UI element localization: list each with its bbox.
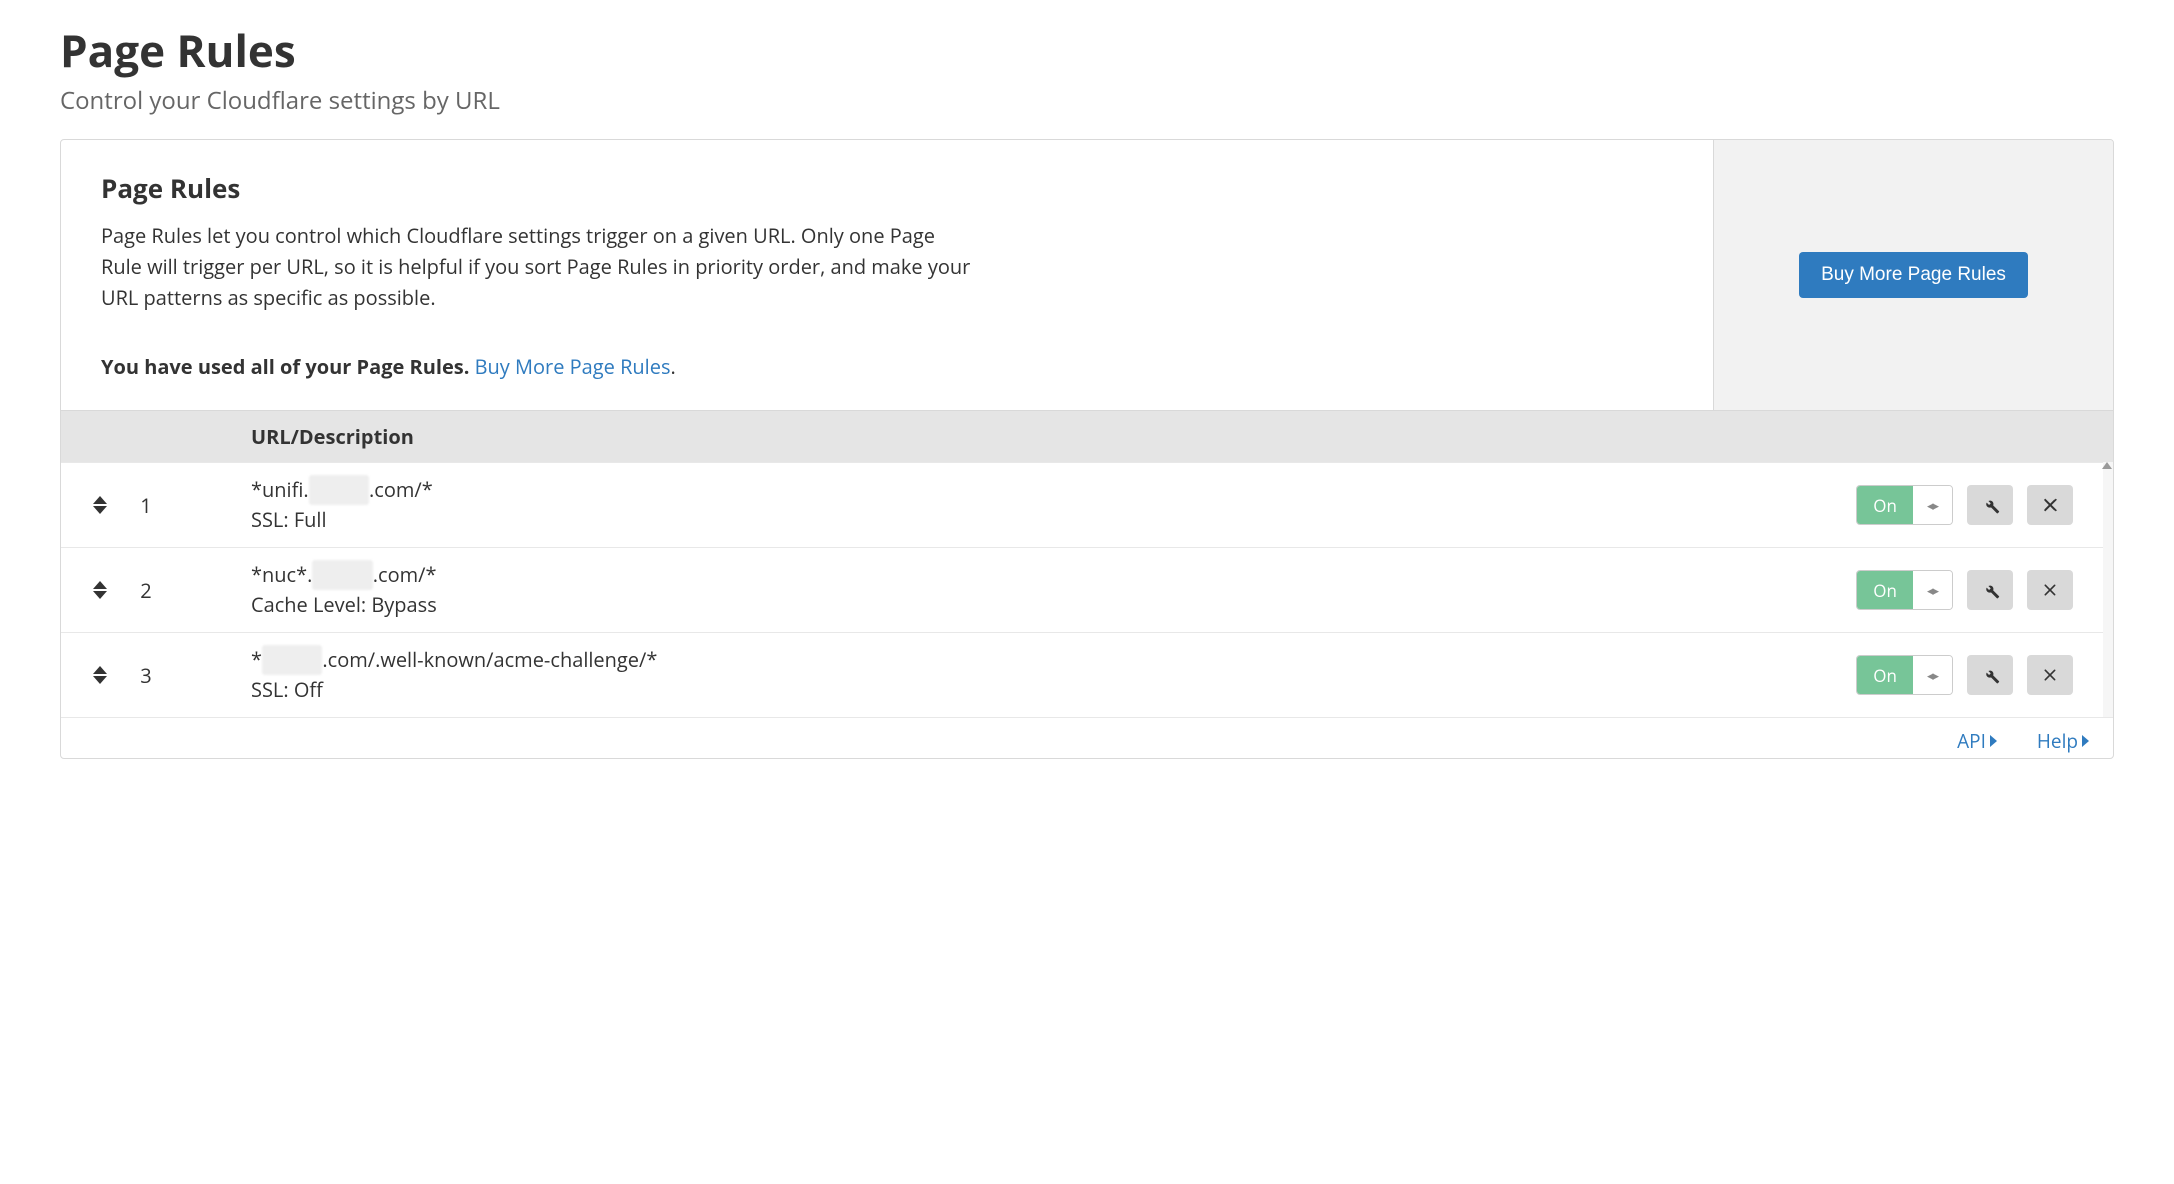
rule-description: SSL: Off xyxy=(251,675,1856,705)
page-rules-card: Page Rules Page Rules let you control wh… xyxy=(60,139,2114,759)
sort-down-icon xyxy=(93,591,107,599)
rule-row: 3 *xxxxx.com/.well-known/acme-challenge/… xyxy=(61,632,2113,717)
rule-actions: On ◂▸ xyxy=(1856,655,2073,695)
scrollbar[interactable] xyxy=(2103,462,2113,717)
sort-up-icon xyxy=(93,666,107,674)
sort-down-icon xyxy=(93,676,107,684)
redacted-text: xxxxx xyxy=(312,560,372,590)
rule-toggle[interactable]: On ◂▸ xyxy=(1856,655,1953,695)
delete-button[interactable] xyxy=(2027,655,2073,695)
edit-button[interactable] xyxy=(1967,655,2013,695)
rule-actions: On ◂▸ xyxy=(1856,570,2073,610)
toggle-on-label: On xyxy=(1857,486,1913,524)
rule-url: *unifi.xxxxx.com/* xyxy=(251,475,1856,505)
toggle-off-icon: ◂▸ xyxy=(1913,571,1952,609)
edit-button[interactable] xyxy=(1967,570,2013,610)
quota-text: You have used all of your Page Rules. xyxy=(101,353,469,380)
close-icon xyxy=(2040,495,2060,515)
edit-button[interactable] xyxy=(1967,485,2013,525)
sort-down-icon xyxy=(93,506,107,514)
help-link-label: Help xyxy=(2037,728,2078,754)
sort-up-icon xyxy=(93,581,107,589)
card-main: Page Rules Page Rules let you control wh… xyxy=(61,140,1713,410)
redacted-text: xxxxx xyxy=(309,475,369,505)
api-link[interactable]: API xyxy=(1957,728,1997,754)
rule-url-suffix: .com/* xyxy=(373,561,437,588)
buy-more-button[interactable]: Buy More Page Rules xyxy=(1799,252,2028,298)
rule-toggle[interactable]: On ◂▸ xyxy=(1856,570,1953,610)
wrench-icon xyxy=(1980,580,2000,600)
close-icon xyxy=(2040,580,2060,600)
caret-right-icon xyxy=(1990,735,1997,747)
rule-url-prefix: * xyxy=(251,646,262,673)
card-side: Buy More Page Rules xyxy=(1713,140,2113,410)
rule-index: 2 xyxy=(121,577,171,604)
toggle-off-icon: ◂▸ xyxy=(1913,656,1952,694)
close-icon xyxy=(2040,665,2060,685)
rule-url: *xxxxx.com/.well-known/acme-challenge/* xyxy=(251,645,1856,675)
rule-url-suffix: .com/.well-known/acme-challenge/* xyxy=(322,646,657,673)
sort-handle[interactable] xyxy=(85,496,115,514)
help-link[interactable]: Help xyxy=(2037,728,2089,754)
toggle-off-icon: ◂▸ xyxy=(1913,486,1952,524)
page-subtitle: Control your Cloudflare settings by URL xyxy=(60,84,2114,117)
wrench-icon xyxy=(1980,665,2000,685)
caret-right-icon xyxy=(2082,735,2089,747)
rule-url-prefix: *nuc*. xyxy=(251,561,312,588)
toggle-on-label: On xyxy=(1857,571,1913,609)
wrench-icon xyxy=(1980,495,2000,515)
api-link-label: API xyxy=(1957,728,1986,754)
toggle-on-label: On xyxy=(1857,656,1913,694)
delete-button[interactable] xyxy=(2027,485,2073,525)
rule-row: 2 *nuc*.xxxxx.com/* Cache Level: Bypass … xyxy=(61,547,2113,632)
buy-more-link-inline[interactable]: Buy More Page Rules xyxy=(475,353,671,380)
rule-body: *unifi.xxxxx.com/* SSL: Full xyxy=(171,475,1856,535)
card-description: Page Rules let you control which Cloudfl… xyxy=(101,220,981,313)
rule-index: 3 xyxy=(121,662,171,689)
sort-up-icon xyxy=(93,496,107,504)
quota-suffix: . xyxy=(671,353,676,380)
card-heading: Page Rules xyxy=(101,170,1673,206)
table-header: URL/Description xyxy=(61,410,2113,462)
rule-description: SSL: Full xyxy=(251,505,1856,535)
rule-url: *nuc*.xxxxx.com/* xyxy=(251,560,1856,590)
rule-url-prefix: *unifi. xyxy=(251,476,309,503)
sort-handle[interactable] xyxy=(85,581,115,599)
rule-url-suffix: .com/* xyxy=(369,476,433,503)
card-top: Page Rules Page Rules let you control wh… xyxy=(61,140,2113,410)
delete-button[interactable] xyxy=(2027,570,2073,610)
rule-body: *xxxxx.com/.well-known/acme-challenge/* … xyxy=(171,645,1856,705)
rule-body: *nuc*.xxxxx.com/* Cache Level: Bypass xyxy=(171,560,1856,620)
rules-list: 1 *unifi.xxxxx.com/* SSL: Full On ◂▸ xyxy=(61,462,2113,717)
rule-toggle[interactable]: On ◂▸ xyxy=(1856,485,1953,525)
scroll-up-icon xyxy=(2102,462,2112,469)
rule-description: Cache Level: Bypass xyxy=(251,590,1856,620)
rule-row: 1 *unifi.xxxxx.com/* SSL: Full On ◂▸ xyxy=(61,462,2113,547)
redacted-text: xxxxx xyxy=(262,645,322,675)
sort-handle[interactable] xyxy=(85,666,115,684)
page-title: Page Rules xyxy=(60,20,2114,80)
quota-line: You have used all of your Page Rules. Bu… xyxy=(101,353,1673,380)
card-footer: API Help xyxy=(61,717,2113,758)
rule-index: 1 xyxy=(121,492,171,519)
rule-actions: On ◂▸ xyxy=(1856,485,2073,525)
